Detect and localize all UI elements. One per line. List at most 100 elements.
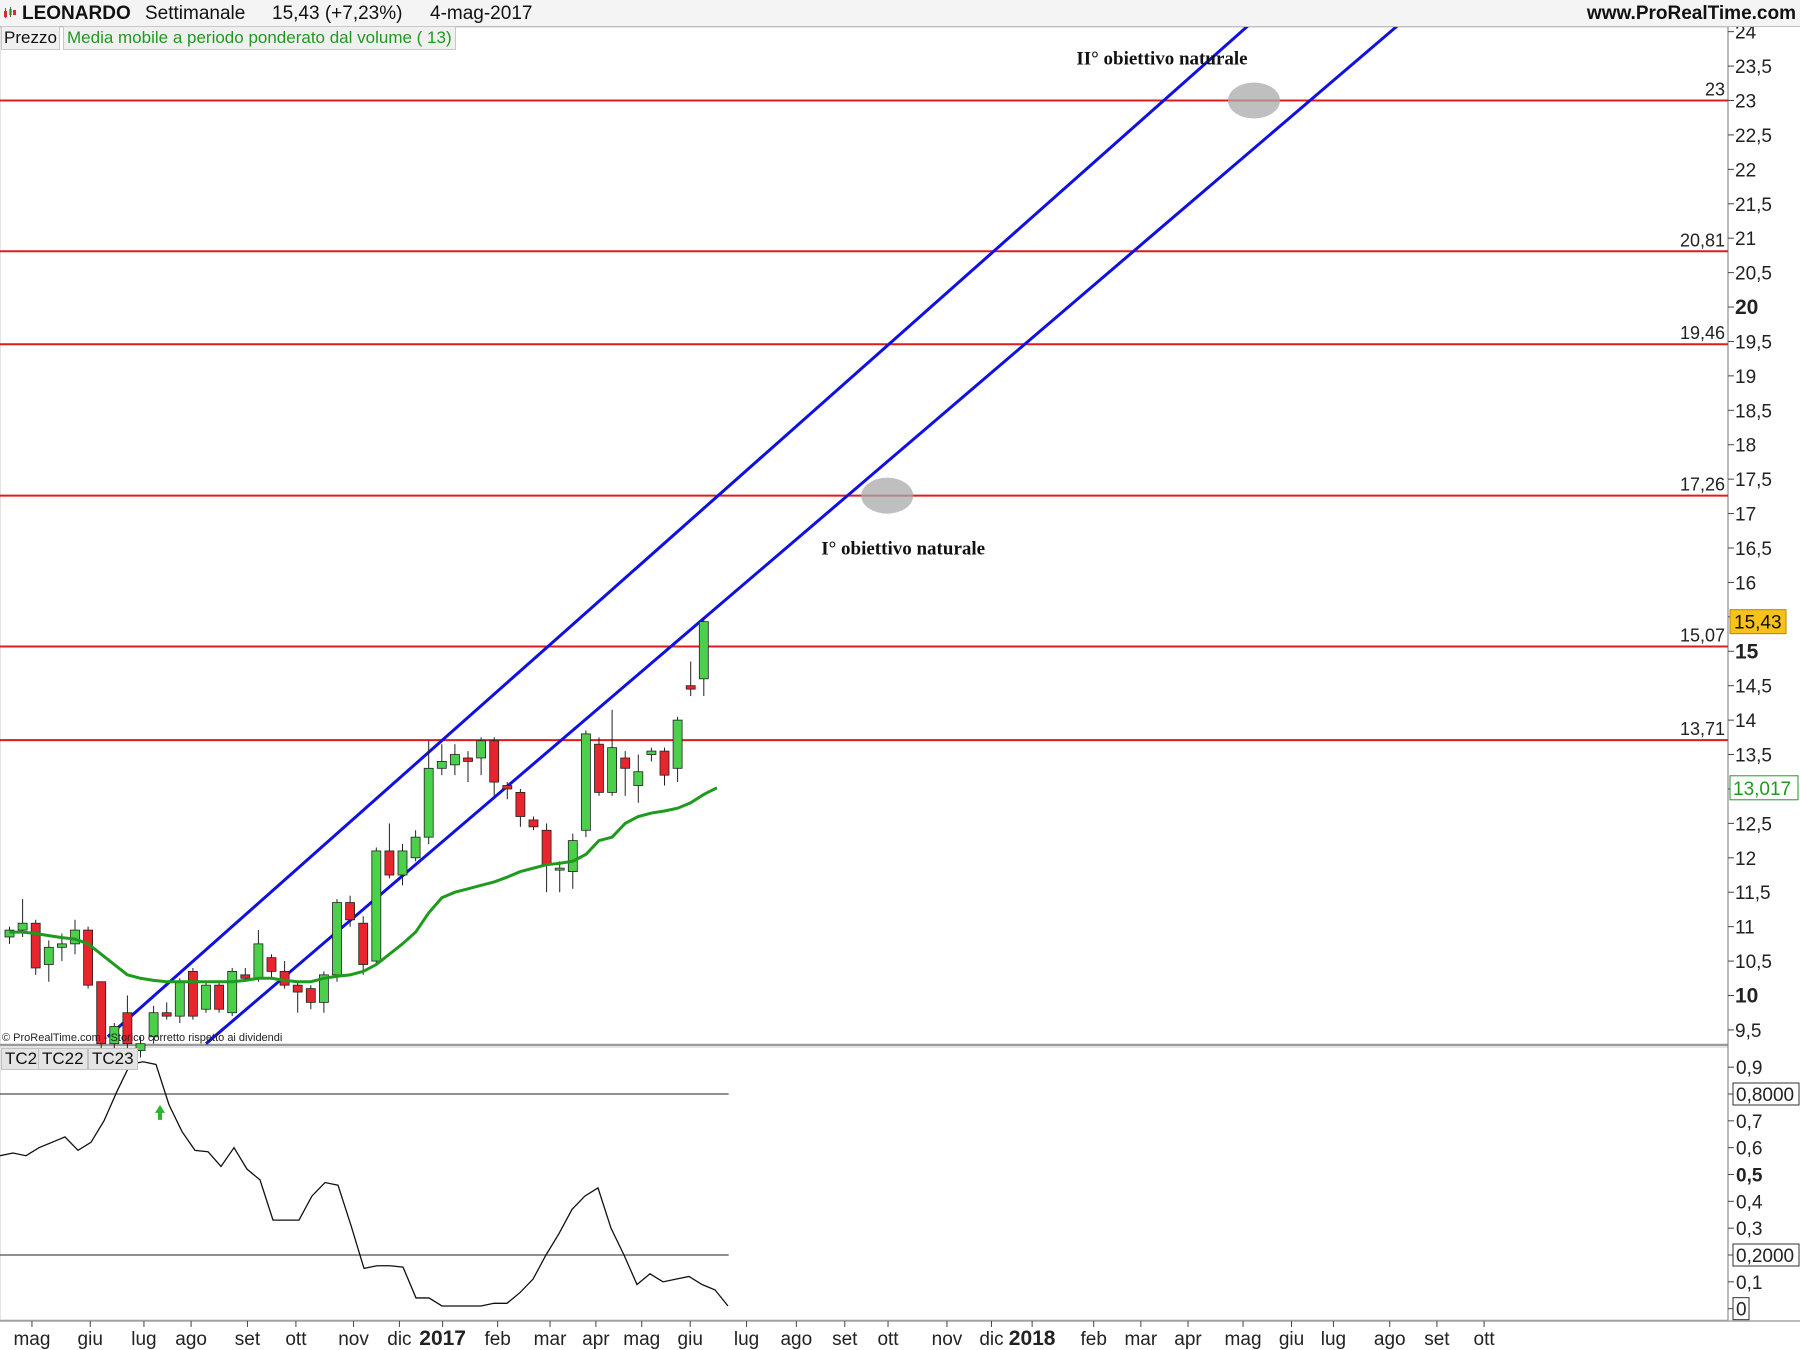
y-tick-label: 9,5 — [1735, 1021, 1761, 1042]
y-tick-label: 11,5 — [1735, 883, 1771, 904]
x-tick-label: 2018 — [1009, 1327, 1056, 1350]
osc-y-tick-label: 0,4 — [1736, 1192, 1763, 1213]
current-date: 4-mag-2017 — [430, 3, 533, 24]
target-marker — [861, 477, 914, 514]
x-tick-label: feb — [484, 1329, 510, 1350]
level-label: 15,07 — [1680, 625, 1725, 645]
y-tick-label: 22,5 — [1735, 126, 1772, 147]
y-tick-label: 16,5 — [1735, 539, 1772, 560]
candle-body — [528, 819, 539, 828]
candle-body — [174, 981, 185, 1017]
x-tick-label: giu — [678, 1329, 703, 1350]
candle-body — [266, 957, 277, 972]
y-tick-label: 23,5 — [1735, 57, 1772, 78]
target-label-2: II° obiettivo naturale — [1076, 49, 1247, 70]
candle-body — [423, 767, 434, 838]
y-tick-label: 11 — [1735, 918, 1755, 939]
candle-body — [358, 922, 369, 965]
y-tick-label: 18 — [1735, 436, 1756, 457]
last-price-text: 15,43 — [1734, 613, 1782, 634]
price-change: 15,43 (+7,23%) — [272, 3, 403, 24]
candle-body — [646, 750, 657, 755]
x-tick-label: 2017 — [419, 1327, 466, 1350]
candle-body — [214, 984, 225, 1010]
candle-body — [410, 836, 421, 859]
x-tick-label: giu — [1279, 1329, 1304, 1350]
candle-body — [685, 685, 696, 690]
target-label-1: I° obiettivo naturale — [821, 539, 985, 560]
x-tick-label: mar — [534, 1329, 567, 1350]
chart-header: LEONARDO Settimanale 15,43 (+7,23%) 4-ma… — [0, 0, 1800, 27]
signal-arrow-icon — [155, 1104, 165, 1120]
candle-body — [594, 743, 604, 793]
candle-body — [227, 971, 238, 1014]
x-tick-label: mar — [1124, 1329, 1157, 1350]
x-tick-label: mag — [623, 1329, 660, 1350]
y-tick-label: 22 — [1735, 160, 1756, 181]
x-tick-label: lug — [131, 1329, 156, 1350]
osc-y-tick-label: 0,8000 — [1736, 1085, 1794, 1106]
oscillator-series — [0, 1061, 729, 1307]
y-tick-label: 17,5 — [1735, 470, 1772, 491]
candle-body — [698, 621, 709, 680]
x-tick-label: ago — [175, 1329, 207, 1350]
osc-y-tick-label: 0,5 — [1736, 1165, 1763, 1186]
x-tick-label: lug — [734, 1329, 759, 1350]
y-tick-label: 18,5 — [1735, 401, 1772, 422]
candle-body — [30, 922, 41, 969]
y-tick-label: 23 — [1735, 92, 1756, 113]
x-tick-label: lug — [1321, 1329, 1346, 1350]
x-tick-label: nov — [932, 1329, 963, 1350]
y-tick-label: 15 — [1735, 640, 1759, 663]
osc-y-tick-label: 0,7 — [1736, 1112, 1762, 1133]
legend-vwma[interactable]: Media mobile a periodo ponderato dal vol… — [63, 26, 456, 50]
tab-tc22[interactable]: TC22 — [38, 1048, 88, 1070]
x-tick-label: mag — [13, 1329, 50, 1350]
candle-body — [345, 902, 356, 921]
candle-body — [397, 850, 408, 876]
osc-y-tick-label: 0,2000 — [1736, 1246, 1794, 1267]
candle-body — [83, 929, 93, 986]
tab-tc2[interactable]: TC2 — [1, 1048, 42, 1070]
copyright-note: © ProRealTime.com - Storico corretto ris… — [2, 1032, 283, 1044]
candle-body — [436, 761, 447, 769]
candle-body — [659, 750, 670, 776]
candlestick-icon — [4, 7, 16, 18]
level-label: 19,46 — [1680, 323, 1725, 343]
candle-body — [476, 740, 487, 759]
candle-body — [17, 922, 28, 931]
level-label: 23 — [1705, 80, 1725, 100]
candle-body — [449, 754, 460, 766]
x-tick-label: giu — [78, 1329, 103, 1350]
candle-body — [489, 740, 500, 783]
candle-body — [292, 984, 303, 993]
y-tick-label: 14 — [1735, 711, 1757, 732]
osc-line — [0, 1061, 729, 1307]
x-tick-label: ott — [285, 1329, 307, 1350]
candle-body — [253, 943, 264, 979]
legend-price[interactable]: Prezzo — [1, 26, 60, 50]
candle-body — [541, 829, 552, 866]
osc-y-tick-label: 0,3 — [1736, 1219, 1762, 1240]
candle-body — [279, 971, 290, 986]
y-tick-label: 10,5 — [1735, 952, 1772, 973]
candle-body — [187, 971, 198, 1017]
y-tick-label: 12,5 — [1735, 814, 1772, 835]
level-label: 17,26 — [1680, 475, 1725, 495]
y-tick-label: 17 — [1735, 505, 1756, 526]
candle-body — [463, 757, 473, 762]
x-tick-label: set — [832, 1329, 858, 1350]
x-tick-label: dic — [387, 1329, 411, 1350]
x-tick-label: mag — [1225, 1329, 1262, 1350]
website-label[interactable]: www.ProRealTime.com — [1587, 3, 1796, 25]
y-tick-label: 10 — [1735, 984, 1758, 1007]
candle-body — [240, 974, 251, 979]
osc-y-tick-label: 0,1 — [1736, 1273, 1762, 1294]
tab-tc23[interactable]: TC23 — [88, 1048, 138, 1070]
level-label: 20,81 — [1680, 230, 1725, 250]
candle-body — [581, 733, 591, 831]
candle-body — [371, 850, 382, 962]
y-tick-label: 20,5 — [1735, 264, 1772, 285]
y-tick-label: 21,5 — [1735, 195, 1772, 216]
y-tick-label: 20 — [1735, 296, 1758, 319]
